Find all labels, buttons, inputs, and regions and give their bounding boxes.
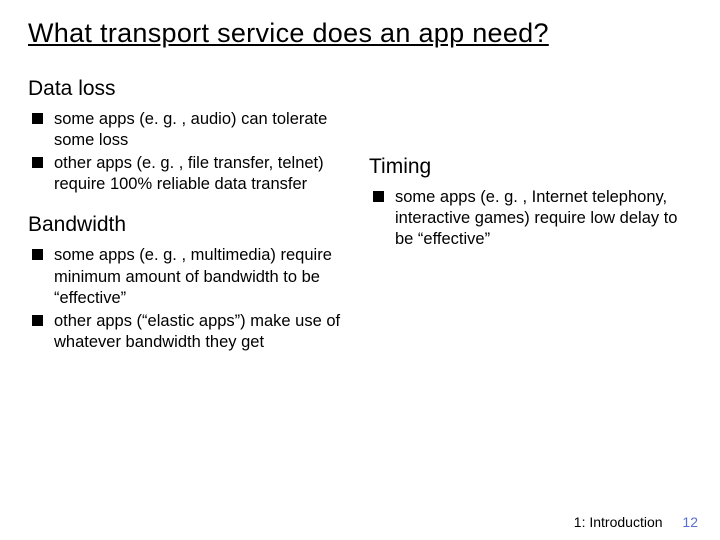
slide-title: What transport service does an app need? [28, 18, 692, 49]
content-columns: Data loss some apps (e. g. , audio) can … [28, 73, 692, 371]
heading-bandwidth: Bandwidth [28, 213, 351, 237]
slide: What transport service does an app need?… [0, 0, 720, 371]
list-item: some apps (e. g. , Internet telephony, i… [373, 187, 692, 250]
list-item: some apps (e. g. , audio) can tolerate s… [32, 109, 351, 151]
bullets-data-loss: some apps (e. g. , audio) can tolerate s… [28, 109, 351, 195]
heading-timing: Timing [369, 155, 692, 179]
footer-chapter: 1: Introduction [574, 514, 663, 530]
bullets-bandwidth: some apps (e. g. , multimedia) require m… [28, 245, 351, 353]
list-item: some apps (e. g. , multimedia) require m… [32, 245, 351, 308]
slide-footer: 1: Introduction 12 [574, 514, 698, 530]
right-column: Timing some apps (e. g. , Internet telep… [369, 73, 692, 371]
footer-page-number: 12 [682, 514, 698, 530]
bullets-timing: some apps (e. g. , Internet telephony, i… [369, 187, 692, 250]
left-column: Data loss some apps (e. g. , audio) can … [28, 73, 351, 371]
list-item: other apps (e. g. , file transfer, telne… [32, 153, 351, 195]
list-item: other apps (“elastic apps”) make use of … [32, 311, 351, 353]
heading-data-loss: Data loss [28, 77, 351, 101]
